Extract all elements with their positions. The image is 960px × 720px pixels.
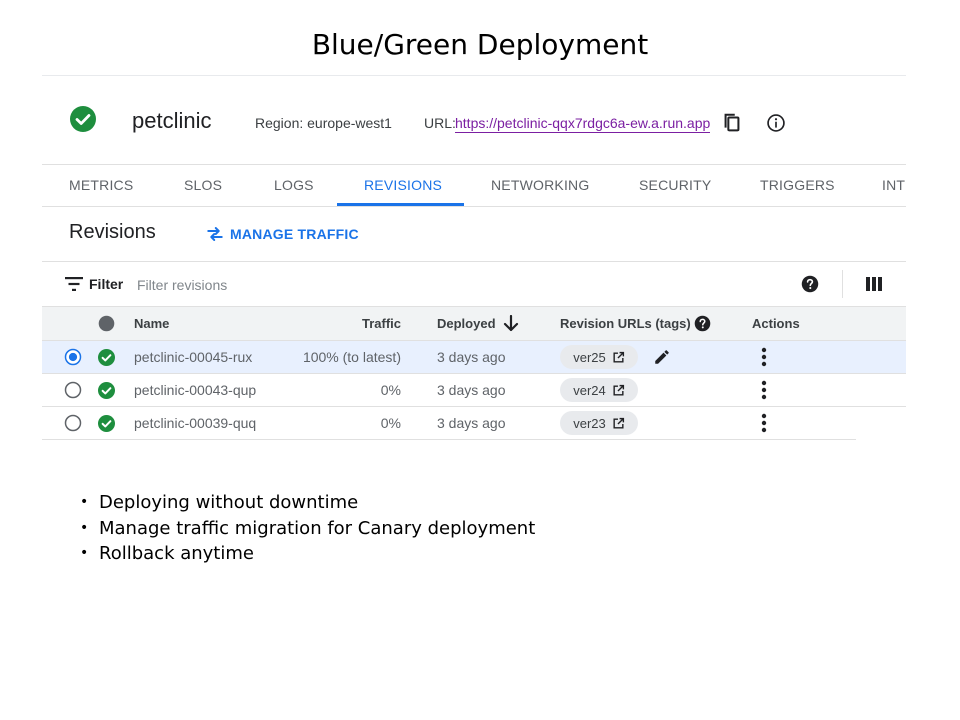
revision-tag: ver25 [573,349,606,365]
more-vert-icon[interactable] [758,413,770,433]
open-in-new-icon [613,384,624,396]
revision-deployed: 3 days ago [437,415,506,431]
filter-icon [65,277,83,291]
radio-unselected-icon[interactable] [64,381,82,399]
help-icon[interactable] [801,275,819,293]
cloud-run-console: petclinic Region: europe-west1 URL: http… [42,75,906,441]
radio-selected-icon[interactable] [64,348,82,366]
bullet-item: Manage traffic migration for Canary depl… [80,516,535,542]
revision-deployed: 3 days ago [437,349,506,365]
revision-traffic: 0% [380,415,401,431]
revision-deployed: 3 days ago [437,382,506,398]
active-tab-indicator [337,203,464,206]
toolbar-divider [842,270,843,298]
revision-name[interactable]: petclinic-00045-rux [134,341,252,373]
pencil-icon[interactable] [653,348,671,366]
filter-label: Filter [89,276,124,292]
bullet-item: Deploying without downtime [80,490,535,516]
tab-slos[interactable]: SLOS [184,165,222,206]
revision-tag-chip[interactable]: ver24 [560,378,638,402]
service-header: petclinic Region: europe-west1 URL: http… [42,76,906,164]
filter-input[interactable] [135,272,659,298]
service-name: petclinic [132,108,212,133]
service-url-label: URL: [424,115,456,131]
status-column-icon [98,315,115,332]
table-header: Name Traffic Deployed Revision URLs (tag… [42,306,906,341]
revision-tag-chip[interactable]: ver23 [560,411,638,435]
revision-traffic: 100% (to latest) [302,349,401,365]
revision-tag: ver23 [573,415,606,431]
revision-traffic: 0% [380,382,401,398]
bullet-item: Rollback anytime [80,541,535,567]
help-icon[interactable] [694,315,711,332]
check-circle-icon [98,415,115,432]
tab-triggers[interactable]: TRIGGERS [760,165,835,206]
column-header-name[interactable]: Name [134,307,169,340]
table-row[interactable]: petclinic-00039-quq 0% 3 days ago ver23 [42,407,856,440]
check-circle-icon [98,382,115,399]
revision-name[interactable]: petclinic-00043-qup [134,374,256,406]
tab-security[interactable]: SECURITY [639,165,711,206]
column-header-actions: Actions [752,316,800,331]
arrow-down-icon[interactable] [503,315,519,332]
check-circle-icon [70,106,96,132]
revision-tag-chip[interactable]: ver25 [560,345,638,369]
info-icon[interactable] [766,113,786,133]
column-header-urls: Revision URLs (tags) [560,316,691,331]
tab-networking[interactable]: NETWORKING [491,165,589,206]
slide-title: Blue/Green Deployment [311,28,649,61]
more-vert-icon[interactable] [758,380,770,400]
swap-arrows-icon [207,227,223,241]
table-row[interactable]: petclinic-00043-qup 0% 3 days ago ver24 [42,374,906,407]
tab-revisions[interactable]: REVISIONS [364,165,442,206]
table-row[interactable]: petclinic-00045-rux 100% (to latest) 3 d… [42,341,906,374]
revisions-title: Revisions [69,221,156,243]
revision-name[interactable]: petclinic-00039-quq [134,407,256,439]
check-circle-icon [98,349,115,366]
copy-icon[interactable] [721,112,743,134]
service-region: Region: europe-west1 [255,115,392,131]
more-vert-icon[interactable] [758,347,770,367]
revision-tag: ver24 [573,382,606,398]
revisions-table: Name Traffic Deployed Revision URLs (tag… [42,306,906,440]
service-url-link[interactable]: https://petclinic-qqx7rdgc6a-ew.a.run.ap… [455,115,711,133]
tab-integrations[interactable]: INT [882,165,905,206]
column-header-deployed[interactable]: Deployed [437,307,496,340]
column-display-icon[interactable] [866,276,882,292]
radio-unselected-icon[interactable] [64,414,82,432]
slide-bullets: Deploying without downtime Manage traffi… [80,490,535,567]
tab-logs[interactable]: LOGS [274,165,314,206]
open-in-new-icon [613,417,624,429]
service-tabs: METRICS SLOS LOGS REVISIONS NETWORKING S… [42,164,906,207]
filter-bar: Filter [42,262,906,306]
column-header-traffic[interactable]: Traffic [362,307,401,340]
manage-traffic-label: MANAGE TRAFFIC [230,226,359,242]
open-in-new-icon [613,351,624,363]
manage-traffic-button[interactable]: MANAGE TRAFFIC [206,224,359,244]
tab-metrics[interactable]: METRICS [69,165,133,206]
